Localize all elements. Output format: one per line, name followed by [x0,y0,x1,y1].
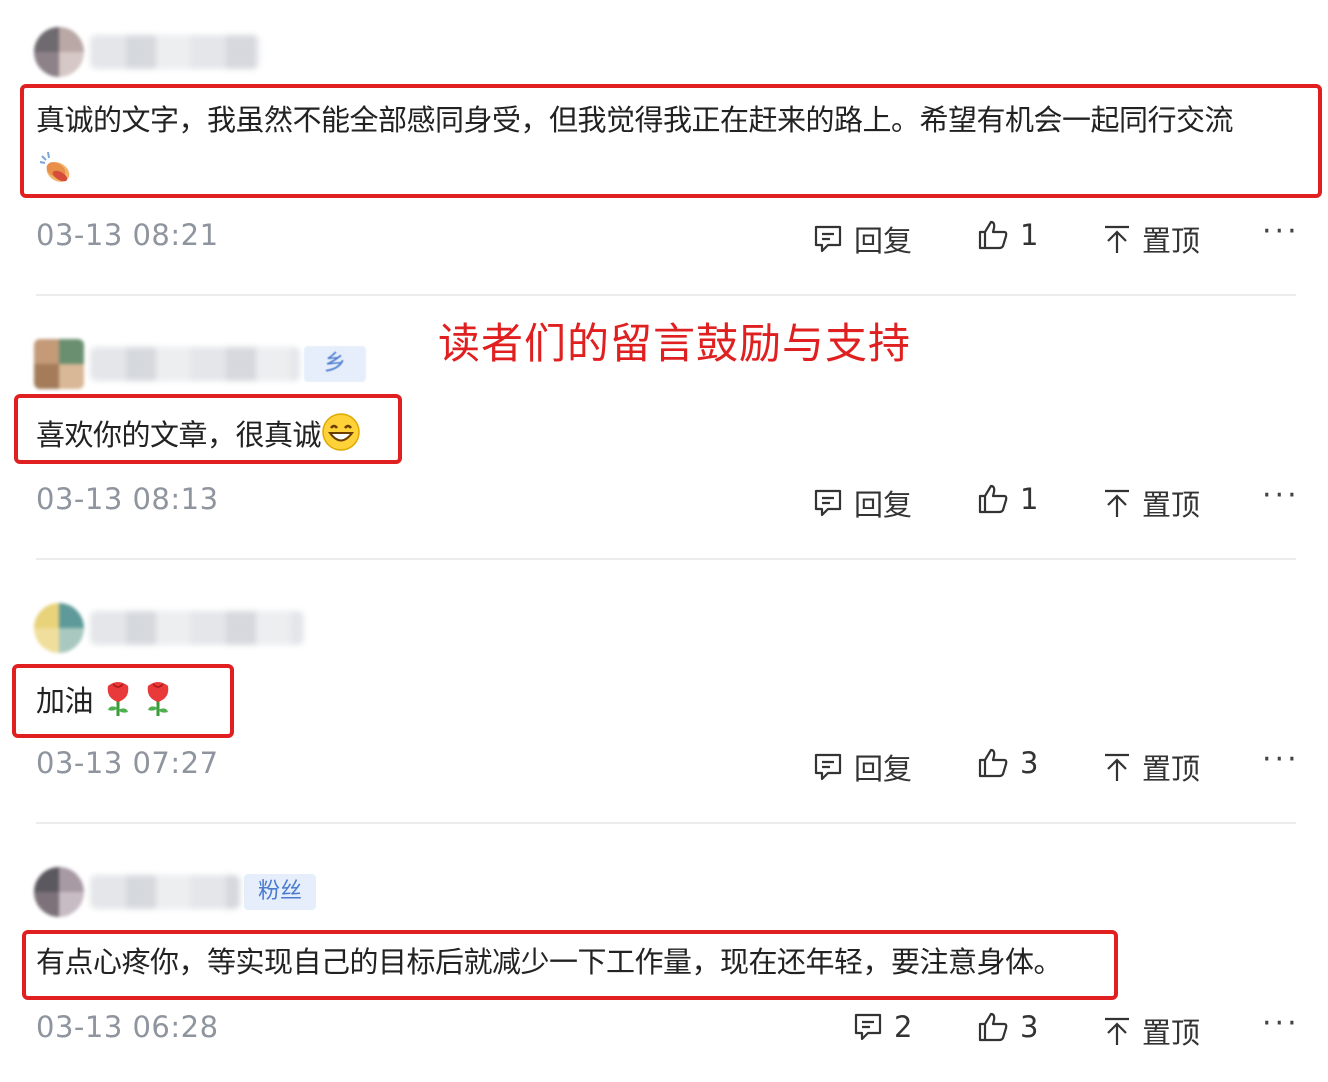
grinning-face-emoji [321,412,361,462]
thumbs-up-icon [978,748,1008,778]
timestamp: 03-13 06:28 [36,1010,219,1044]
reply-icon [814,753,842,781]
pin-top-icon [1105,489,1129,517]
divider [36,294,1296,296]
username-blurred[interactable] [90,611,304,645]
username-blurred[interactable] [90,875,240,909]
more-options-button[interactable]: ··· [1262,214,1300,249]
timestamp: 03-13 08:21 [36,218,219,252]
pin-top-icon [1105,1017,1129,1045]
avatar[interactable] [34,27,84,77]
divider [36,822,1296,824]
username-blurred[interactable] [90,35,260,69]
avatar[interactable] [34,339,84,389]
user-badge: 乡 [304,346,367,382]
rose-emoji [142,678,174,728]
divider [36,558,1296,560]
reply-button[interactable]: 回复 [812,746,912,788]
comment-3-user-row [34,600,304,656]
like-button[interactable]: 3 [976,1010,1038,1044]
clapping-hands-emoji [36,148,76,192]
reply-icon [814,225,842,253]
rose-emoji [102,678,134,728]
pin-button[interactable]: 置顶 [1102,1010,1200,1052]
like-button[interactable]: 1 [976,482,1038,516]
pin-button[interactable]: 置顶 [1102,482,1200,524]
annotation-caption: 读者们的留言鼓励与支持 [438,319,912,368]
reply-icon [814,489,842,517]
comment-text: 真诚的文字，我虽然不能全部感同身受，但我觉得我正在赶来的路上。希望有机会一起同行… [36,103,1234,137]
pin-top-icon [1105,753,1129,781]
thumbs-up-icon [978,220,1008,250]
avatar[interactable] [34,603,84,653]
pin-button[interactable]: 置顶 [1102,218,1200,260]
timestamp: 03-13 07:27 [36,746,219,780]
comment-text: 喜欢你的文章，很真诚 [36,412,361,462]
like-button[interactable]: 1 [976,218,1038,252]
comment-2-user-row: 乡 [34,336,367,392]
comment-4-user-row: 粉丝 [34,864,317,920]
timestamp: 03-13 08:13 [36,482,219,516]
reply-button[interactable]: 2 [852,1010,912,1044]
thumbs-up-icon [978,1012,1008,1042]
reply-icon [854,1013,882,1041]
reply-button[interactable]: 回复 [812,218,912,260]
pin-top-icon [1105,225,1129,253]
pin-button[interactable]: 置顶 [1102,746,1200,788]
more-options-button[interactable]: ··· [1262,478,1300,513]
more-options-button[interactable]: ··· [1262,742,1300,777]
comment-text: 加油 [36,678,174,728]
avatar[interactable] [34,867,84,917]
comment-1-user-row [34,24,260,80]
more-options-button[interactable]: ··· [1262,1006,1300,1041]
fan-badge: 粉丝 [244,874,317,910]
thumbs-up-icon [978,484,1008,514]
like-button[interactable]: 3 [976,746,1038,780]
username-blurred[interactable] [90,347,300,381]
comment-text: 有点心疼你，等实现自己的目标后就减少一下工作量，现在还年轻，要注意身体。 [36,945,1063,979]
reply-button[interactable]: 回复 [812,482,912,524]
